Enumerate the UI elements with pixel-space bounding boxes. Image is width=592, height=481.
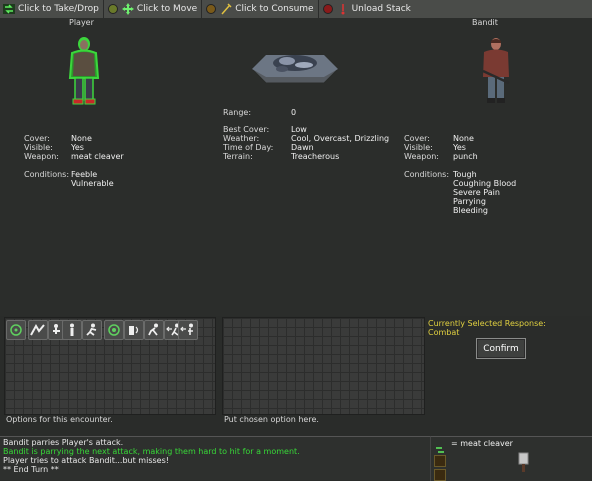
player-visible-value: Yes xyxy=(71,143,84,152)
option-stand-icon[interactable] xyxy=(62,320,82,340)
hint-take-drop: Click to Take/Drop xyxy=(0,0,104,18)
option-melee-icon[interactable] xyxy=(28,320,48,340)
hint-consume: Click to Consume xyxy=(202,0,319,18)
bandit-visible-value: Yes xyxy=(453,143,466,152)
player-condition: Feeble xyxy=(71,170,98,179)
take-drop-icon xyxy=(3,3,15,15)
bandit-weapon-label: Weapon: xyxy=(404,152,440,161)
option-target-icon[interactable] xyxy=(104,320,124,340)
chosen-option-grid[interactable] xyxy=(222,317,425,415)
hint-take-drop-label: Click to Take/Drop xyxy=(18,4,99,14)
selected-response-value: Combat xyxy=(428,328,460,337)
bandit-condition: Tough xyxy=(453,170,477,179)
player-cover-value: None xyxy=(71,134,92,143)
inventory-panel: = meat cleaver xyxy=(430,436,592,481)
player-visible-label: Visible: xyxy=(24,143,53,152)
consume-slot-icon[interactable] xyxy=(434,469,446,481)
confirm-button[interactable]: Confirm xyxy=(476,338,526,359)
move-icon xyxy=(107,3,119,15)
log-line: Player tries to attack Bandit...but miss… xyxy=(3,456,169,465)
option-shout-icon[interactable] xyxy=(124,320,144,340)
terrain-value: Treacherous xyxy=(291,152,340,161)
option-run-icon[interactable] xyxy=(82,320,102,340)
option-dodge-icon[interactable] xyxy=(144,320,164,340)
weather-value: Cool, Overcast, Drizzling xyxy=(291,134,390,143)
option-aim-icon[interactable] xyxy=(6,320,26,340)
time-value: Dawn xyxy=(291,143,314,152)
bandit-condition: Severe Pain xyxy=(453,188,500,197)
log-line: Bandit is parrying the next attack, maki… xyxy=(3,447,300,456)
player-weapon-value: meat cleaver xyxy=(71,152,124,161)
chosen-caption: Put chosen option here. xyxy=(224,415,319,424)
encounter-panel: Player Bandit Cover: None Visible: Yes W… xyxy=(0,18,592,316)
consume-slot-icon[interactable] xyxy=(434,455,446,467)
move-arrows-icon xyxy=(121,3,134,15)
bandit-condition: Bleeding xyxy=(453,206,489,215)
range-value: 0 xyxy=(291,108,297,117)
hint-move-label: Click to Move xyxy=(136,4,198,14)
player-portrait[interactable] xyxy=(66,36,102,112)
scissors-icon xyxy=(337,3,349,15)
player-condition: Vulnerable xyxy=(71,179,114,188)
unload-stack-icon xyxy=(322,3,334,15)
fork-icon xyxy=(220,3,232,15)
bandit-cover-label: Cover: xyxy=(404,134,430,143)
best-cover-label: Best Cover: xyxy=(223,125,270,134)
bandit-name: Bandit xyxy=(472,18,498,27)
terrain-label: Terrain: xyxy=(223,152,253,161)
player-name: Player xyxy=(69,18,94,27)
bandit-weapon-value: punch xyxy=(453,152,478,161)
bandit-condition: Coughing Blood xyxy=(453,179,517,188)
combat-log: Bandit parries Player's attack. Bandit i… xyxy=(0,436,430,480)
option-retreat-icon[interactable] xyxy=(178,320,198,340)
hint-unload: Unload Stack xyxy=(319,0,415,18)
hint-consume-label: Click to Consume xyxy=(235,4,314,14)
player-cover-label: Cover: xyxy=(24,134,50,143)
hint-move: Click to Move xyxy=(104,0,203,18)
consume-icon xyxy=(205,3,217,15)
player-weapon-label: Weapon: xyxy=(24,152,60,161)
best-cover-value: Low xyxy=(291,125,307,134)
weather-label: Weather: xyxy=(223,134,260,143)
bandit-cover-value: None xyxy=(453,134,474,143)
terrain-tile xyxy=(251,45,339,95)
range-label: Range: xyxy=(223,108,252,117)
toolbar: Click to Take/Drop Click to Move Click t… xyxy=(0,0,592,19)
log-line: Bandit parries Player's attack. xyxy=(3,438,124,447)
hint-unload-label: Unload Stack xyxy=(351,4,411,14)
selected-response-title: Currently Selected Response: xyxy=(428,319,546,328)
bandit-visible-label: Visible: xyxy=(404,143,433,152)
equipped-item-label: = meat cleaver xyxy=(451,439,513,448)
time-label: Time of Day: xyxy=(223,143,274,152)
bandit-conditions-label: Conditions: xyxy=(404,170,450,179)
log-line: ** End Turn ** xyxy=(3,465,59,474)
options-caption: Options for this encounter. xyxy=(6,415,113,424)
meat-cleaver-icon[interactable] xyxy=(511,451,533,477)
bandit-portrait[interactable] xyxy=(479,37,513,111)
bandit-condition: Parrying xyxy=(453,197,486,206)
player-conditions-label: Conditions: xyxy=(24,170,70,179)
